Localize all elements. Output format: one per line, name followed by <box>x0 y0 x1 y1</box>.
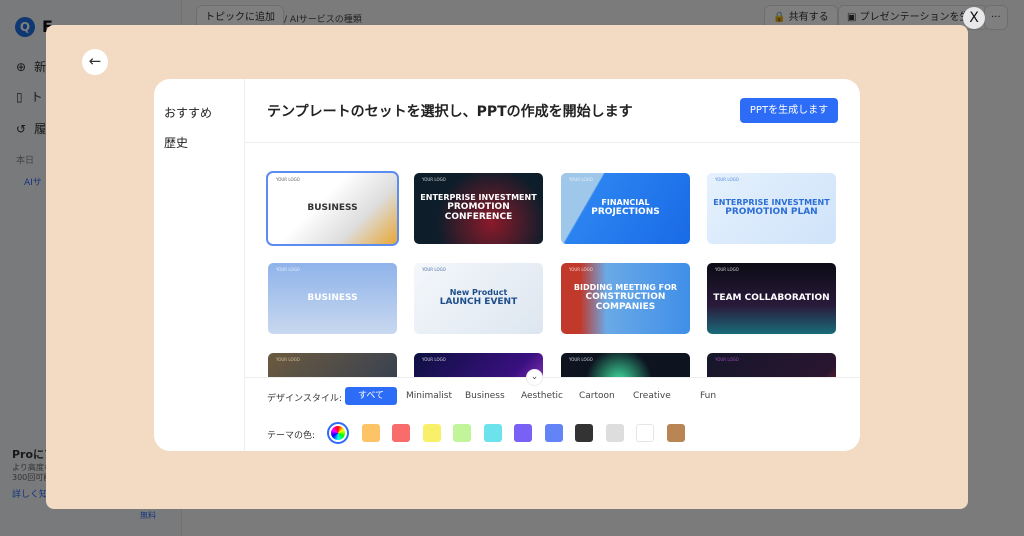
template-card[interactable]: YOUR LOGO BUSINESS <box>266 171 399 246</box>
nav-history[interactable]: 歴史 <box>164 134 188 151</box>
template-card[interactable]: YOUR LOGO20XXPRODUCT STRATEGY <box>414 353 543 377</box>
template-title: PROMOTION CONFERENCE <box>444 202 513 222</box>
theme-color-swatch[interactable] <box>666 424 685 442</box>
close-button[interactable]: X <box>963 7 985 29</box>
theme-color-swatch[interactable] <box>392 424 410 442</box>
theme-color-swatch[interactable] <box>422 424 441 442</box>
template-logo: YOUR LOGO <box>276 177 300 182</box>
style-filter-すべて[interactable]: すべて <box>345 387 397 405</box>
template-card[interactable]: YOUR LOGO FINANCIAL PROJECTIONS <box>561 173 690 244</box>
template-logo: YOUR LOGO <box>569 357 593 362</box>
theme-color-label: テーマの色: <box>267 431 316 441</box>
style-filter-fun[interactable]: Fun <box>700 387 716 405</box>
template-title: BUSINESS <box>307 202 358 213</box>
theme-color-swatch[interactable] <box>575 424 593 442</box>
template-logo: YOUR LOGO <box>276 357 300 362</box>
back-arrow-icon[interactable]: ← <box>82 49 108 75</box>
template-card[interactable]: YOUR LOGO BIDDING MEETING FOR CONSTRUCTION… <box>561 263 690 334</box>
chevron-down-icon[interactable]: ⌄ <box>526 369 543 386</box>
theme-color-swatch[interactable] <box>327 422 349 444</box>
template-card[interactable]: YOUR LOGO New Product LAUNCH EVENT <box>414 263 543 334</box>
theme-color-swatch[interactable] <box>483 424 502 442</box>
theme-color-swatch[interactable] <box>453 424 471 442</box>
template-logo: YOUR LOGO <box>715 357 739 362</box>
template-title: TEAM COLLABORATION <box>713 292 830 303</box>
nav-recommended[interactable]: おすすめ <box>164 104 212 121</box>
template-card[interactable]: YOUR LOGOPROJECT <box>561 353 690 377</box>
template-logo: YOUR LOGO <box>422 177 446 182</box>
template-modal: ← おすすめ 歴史 テンプレートのセットを選択し、PPTの作成を開始します PP… <box>46 25 968 509</box>
style-filter-minimalist[interactable]: Minimalist <box>406 387 452 405</box>
theme-color-swatch[interactable] <box>636 424 654 442</box>
template-logo: YOUR LOGO <box>422 267 446 272</box>
template-panel: おすすめ 歴史 テンプレートのセットを選択し、PPTの作成を開始します PPTを… <box>154 79 860 451</box>
template-card[interactable]: YOUR LOGO TEAM COLLABORATION <box>707 263 836 334</box>
theme-color-swatch[interactable] <box>514 424 532 442</box>
template-logo: YOUR LOGO <box>422 357 446 362</box>
template-title: CONSTRUCTION COMPANIES <box>585 292 666 312</box>
template-grid: YOUR LOGO BUSINESS YOUR LOGO ENTERPRISE INV… <box>245 143 860 377</box>
category-nav: おすすめ 歴史 <box>154 79 245 451</box>
template-card[interactable]: YOUR LOGO ENTERPRISE INVESTMENT PROMOTION … <box>414 173 543 244</box>
divider <box>245 377 860 378</box>
template-title: LAUNCH EVENT <box>439 296 518 307</box>
style-filter-aesthetic[interactable]: Aesthetic <box>521 387 563 405</box>
template-card[interactable]: YOUR LOGONEW PRODUCTLAUNCH EVENT <box>268 353 397 377</box>
template-logo: YOUR LOGO <box>715 267 739 272</box>
theme-color-swatch[interactable] <box>605 424 624 442</box>
template-card[interactable]: YOUR LOGO BUSINESS <box>268 263 397 334</box>
template-logo: YOUR LOGO <box>715 177 739 182</box>
style-filter-cartoon[interactable]: Cartoon <box>579 387 615 405</box>
style-filter-business[interactable]: Business <box>465 387 505 405</box>
template-title: PROMOTION PLAN <box>725 206 818 217</box>
theme-color-swatch[interactable] <box>361 424 380 442</box>
template-logo: YOUR LOGO <box>276 267 300 272</box>
theme-color-swatch[interactable] <box>544 424 563 442</box>
design-style-label: デザインスタイル: <box>267 394 342 404</box>
template-title: BUSINESS <box>307 292 358 303</box>
template-title: PROJECTIONS <box>591 206 660 217</box>
panel-title: テンプレートのセットを選択し、PPTの作成を開始します <box>267 104 633 120</box>
generate-ppt-button[interactable]: PPTを生成します <box>740 98 838 123</box>
template-logo: YOUR LOGO <box>569 267 593 272</box>
template-card[interactable]: YOUR LOGOCUSTOMERFEEDBACK <box>707 353 836 377</box>
template-card[interactable]: YOUR LOGO ENTERPRISE INVESTMENT PROMOTION … <box>707 173 836 244</box>
style-filter-creative[interactable]: Creative <box>633 387 671 405</box>
template-logo: YOUR LOGO <box>569 177 593 182</box>
